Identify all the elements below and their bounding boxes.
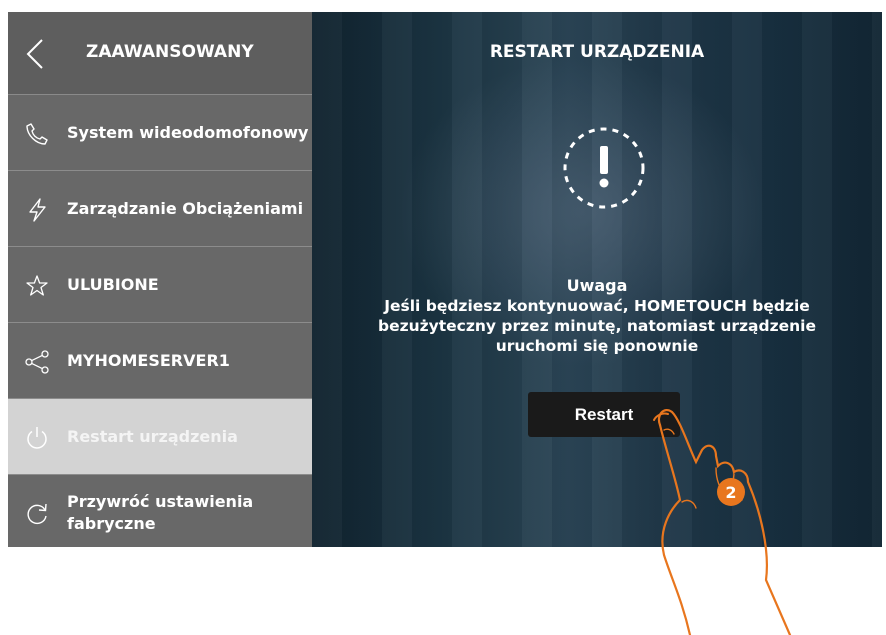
sidebar: ZAAWANSOWANY System wideodomofonowy Zarz… bbox=[8, 12, 312, 547]
sidebar-header: ZAAWANSOWANY bbox=[8, 12, 312, 95]
sidebar-item-favorites[interactable]: ULUBIONE bbox=[8, 247, 312, 323]
sidebar-item-restart-device[interactable]: Restart urządzenia bbox=[8, 399, 312, 475]
share-icon bbox=[24, 349, 50, 375]
sidebar-item-label: Zarządzanie Obciążeniami bbox=[67, 198, 304, 218]
sidebar-item-load-management[interactable]: Zarządzanie Obciążeniami bbox=[8, 171, 312, 247]
lightning-icon bbox=[24, 197, 50, 223]
step-number-badge: 2 bbox=[717, 478, 745, 506]
sidebar-item-factory-reset[interactable]: Przywróć ustawienia fabryczne bbox=[8, 475, 312, 547]
sidebar-item-label: Przywróć ustawienia fabryczne bbox=[67, 491, 254, 533]
warning-message: Uwaga Jeśli będziesz kontynuować, HOMETO… bbox=[342, 276, 852, 356]
back-arrow-icon[interactable] bbox=[18, 34, 54, 74]
finger-pointer-icon bbox=[653, 409, 792, 635]
sidebar-item-label: System wideodomofonowy bbox=[67, 122, 309, 142]
star-icon bbox=[24, 273, 50, 299]
refresh-icon bbox=[24, 501, 50, 527]
sidebar-title: ZAAWANSOWANY bbox=[86, 42, 254, 62]
sidebar-item-label: ULUBIONE bbox=[67, 274, 159, 294]
power-icon bbox=[24, 425, 50, 451]
sidebar-item-video-intercom[interactable]: System wideodomofonowy bbox=[8, 95, 312, 171]
warning-icon bbox=[562, 126, 646, 210]
page-title: RESTART URZĄDZENIA bbox=[489, 42, 705, 62]
warning-heading: Uwaga bbox=[566, 276, 628, 295]
sidebar-item-label: MYHOMESERVER1 bbox=[67, 350, 230, 370]
sidebar-item-label: Restart urządzenia bbox=[67, 426, 238, 446]
warning-text: Jeśli będziesz kontynuować, HOMETOUCH bę… bbox=[377, 297, 817, 355]
sidebar-item-myhomeserver[interactable]: MYHOMESERVER1 bbox=[8, 323, 312, 399]
phone-icon bbox=[24, 121, 50, 147]
